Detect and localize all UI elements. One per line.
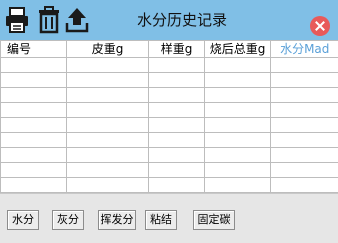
table-row[interactable] xyxy=(1,103,338,118)
table-row[interactable] xyxy=(1,88,338,103)
table-row[interactable] xyxy=(1,148,338,163)
table-cell xyxy=(271,58,338,73)
table-cell xyxy=(205,178,271,193)
column-header-tare-weight: 皮重g xyxy=(67,41,149,58)
table-header-row: 编号 皮重g 样重g 烧后总重g 水分Mad xyxy=(1,41,338,58)
table-cell xyxy=(1,163,67,178)
table-cell xyxy=(205,58,271,73)
table-cell xyxy=(149,133,205,148)
window-title: 水分历史记录 xyxy=(92,8,272,32)
table-cell xyxy=(149,103,205,118)
table-cell xyxy=(67,118,149,133)
column-header-moisture: 水分Mad xyxy=(271,41,338,58)
close-icon[interactable] xyxy=(310,16,330,36)
table-cell xyxy=(67,88,149,103)
table-cell xyxy=(149,58,205,73)
table-cell xyxy=(205,163,271,178)
table-cell xyxy=(149,148,205,163)
printer-icon[interactable] xyxy=(2,3,32,37)
table-cell xyxy=(271,118,338,133)
table-cell xyxy=(67,178,149,193)
table-cell xyxy=(67,73,149,88)
table-cell xyxy=(1,178,67,193)
table-row[interactable] xyxy=(1,178,338,193)
table-cell xyxy=(1,133,67,148)
table-cell xyxy=(149,88,205,103)
table-row[interactable] xyxy=(1,163,338,178)
table-cell xyxy=(67,103,149,118)
tab-ash[interactable]: 灰分 xyxy=(52,210,84,230)
table-row[interactable] xyxy=(1,133,338,148)
table-cell xyxy=(271,103,338,118)
table-cell xyxy=(271,133,338,148)
table-cell xyxy=(1,148,67,163)
table-cell xyxy=(67,133,149,148)
tab-caking[interactable]: 粘结 xyxy=(145,210,177,230)
table-cell xyxy=(67,58,149,73)
table-cell xyxy=(205,148,271,163)
title-bar: 水分历史记录 xyxy=(0,0,338,40)
trash-icon[interactable] xyxy=(34,3,64,37)
tab-fixed-carbon[interactable]: 固定碳 xyxy=(193,210,235,230)
table-row[interactable] xyxy=(1,118,338,133)
column-header-id: 编号 xyxy=(1,41,67,58)
table-cell xyxy=(205,118,271,133)
table-cell xyxy=(1,58,67,73)
bottom-tab-bar: 水分 灰分 挥发分 粘结 固定碳 xyxy=(0,193,338,243)
table-cell xyxy=(67,163,149,178)
column-header-total-weight: 烧后总重g xyxy=(205,41,271,58)
table-cell xyxy=(149,118,205,133)
tab-volatile[interactable]: 挥发分 xyxy=(98,210,136,230)
tab-moisture[interactable]: 水分 xyxy=(7,210,39,230)
table-cell xyxy=(1,103,67,118)
column-header-sample-weight: 样重g xyxy=(149,41,205,58)
table-cell xyxy=(271,178,338,193)
table-row[interactable] xyxy=(1,58,338,73)
table-cell xyxy=(149,163,205,178)
table-cell xyxy=(205,88,271,103)
table-row[interactable] xyxy=(1,73,338,88)
table-cell xyxy=(271,88,338,103)
table-cell xyxy=(149,178,205,193)
table-cell xyxy=(1,73,67,88)
table-cell xyxy=(205,133,271,148)
table-cell xyxy=(67,148,149,163)
table-cell xyxy=(205,103,271,118)
table-cell xyxy=(1,118,67,133)
table-cell xyxy=(1,88,67,103)
table-cell xyxy=(205,73,271,88)
table-cell xyxy=(149,73,205,88)
table-cell xyxy=(271,148,338,163)
table-cell xyxy=(271,73,338,88)
upload-icon[interactable] xyxy=(62,3,92,37)
table-cell xyxy=(271,163,338,178)
history-table: 编号 皮重g 样重g 烧后总重g 水分Mad xyxy=(0,40,338,193)
